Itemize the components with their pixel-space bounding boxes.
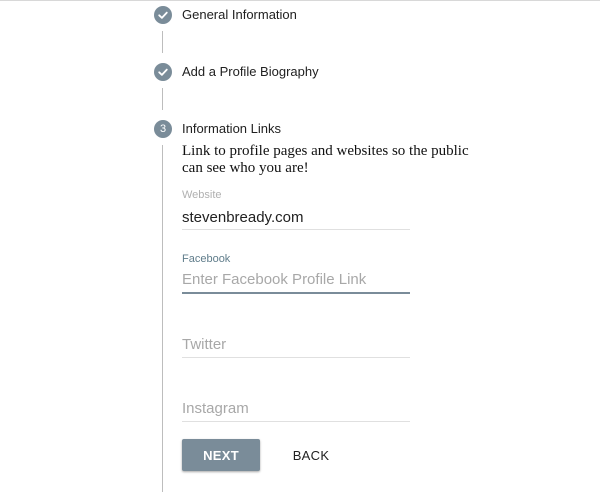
next-button[interactable]: NEXT — [182, 439, 260, 471]
step-2-completed[interactable] — [154, 63, 172, 81]
step-connector — [162, 31, 163, 53]
step-1-completed[interactable] — [154, 6, 172, 24]
step-connector — [162, 88, 163, 110]
twitter-input[interactable] — [182, 333, 410, 355]
twitter-underline — [182, 357, 410, 358]
website-underline — [182, 229, 410, 230]
instagram-input[interactable] — [182, 397, 410, 419]
instagram-underline — [182, 421, 410, 422]
step-3-label: Information Links — [182, 121, 281, 136]
step-description: Link to profile pages and websites so th… — [182, 143, 469, 176]
website-label: Website — [182, 189, 222, 201]
step-2-label[interactable]: Add a Profile Biography — [182, 64, 319, 80]
check-icon — [158, 11, 168, 19]
step-3-number: 3 — [154, 120, 172, 138]
facebook-label: Facebook — [182, 253, 231, 265]
step-content-line — [162, 145, 163, 492]
facebook-underline — [182, 292, 410, 294]
facebook-input[interactable] — [182, 268, 410, 290]
website-input[interactable] — [182, 206, 410, 228]
step-1-label[interactable]: General Information — [182, 7, 297, 23]
top-divider — [0, 0, 600, 1]
back-button[interactable]: BACK — [280, 439, 342, 471]
check-icon — [158, 68, 168, 76]
